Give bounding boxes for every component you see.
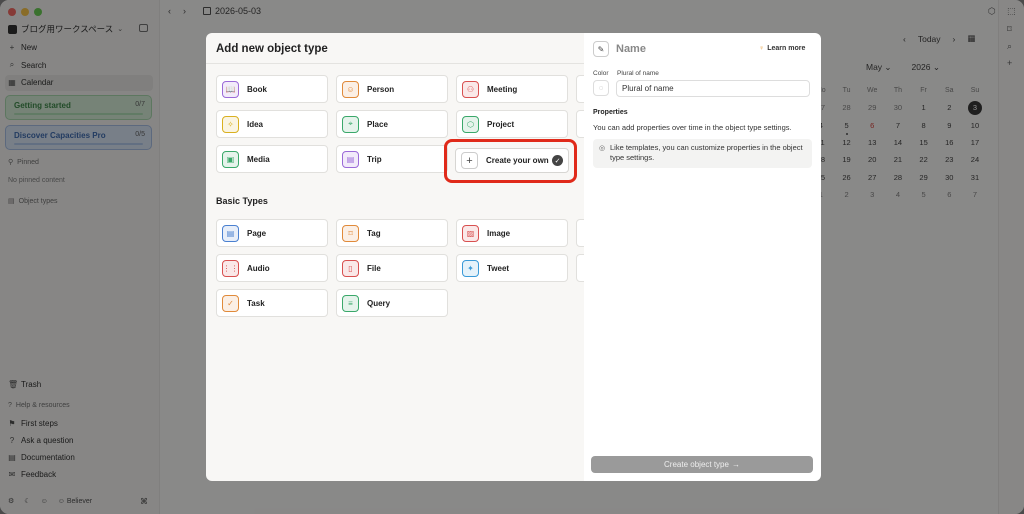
object-type-form-panel: ✎ Name ♀ Learn more Color Plural of name… bbox=[584, 33, 821, 481]
learn-more-label: Learn more bbox=[767, 45, 806, 52]
create-button-label: Create object type bbox=[664, 460, 729, 469]
info-text: Like templates, you can customize proper… bbox=[610, 143, 803, 162]
tile-label: Task bbox=[247, 298, 265, 308]
tile-label: Audio bbox=[247, 263, 270, 273]
person-icon: ☺ bbox=[342, 80, 359, 98]
color-label: Color bbox=[593, 70, 609, 77]
tile-label: Book bbox=[247, 84, 267, 94]
file-icon: ▯ bbox=[342, 259, 359, 277]
modal-title: Add new object type bbox=[216, 43, 328, 55]
tweet-icon: ✦ bbox=[462, 259, 479, 277]
query-icon: ≡ bbox=[342, 294, 359, 312]
tile-label: Tag bbox=[367, 228, 381, 238]
object-type-tile-page[interactable]: ▤ Page bbox=[216, 219, 328, 247]
plural-name-input[interactable]: Plural of name bbox=[616, 80, 810, 97]
object-type-tile-tweet[interactable]: ✦ Tweet bbox=[456, 254, 568, 282]
edit-icon[interactable]: ✎ bbox=[593, 41, 609, 57]
properties-description: You can add properties over time in the … bbox=[593, 123, 792, 132]
object-type-tile-more[interactable] bbox=[576, 219, 584, 247]
tile-label: Place bbox=[367, 119, 388, 129]
object-type-tile-meeting[interactable]: ⚇ Meeting bbox=[456, 75, 568, 103]
tile-label: Project bbox=[487, 119, 515, 129]
modal-divider bbox=[206, 63, 584, 64]
object-type-tile-tag[interactable]: ⌑ Tag bbox=[336, 219, 448, 247]
page-icon: ▤ bbox=[222, 224, 239, 242]
object-type-tile-query[interactable]: ≡ Query bbox=[336, 289, 448, 317]
object-type-tile-more[interactable] bbox=[576, 75, 584, 103]
tag-icon: ⌑ bbox=[342, 224, 359, 242]
learn-more-link[interactable]: ♀ Learn more bbox=[759, 45, 805, 52]
book-icon: 📖 bbox=[222, 80, 239, 98]
object-type-tile-idea[interactable]: ✧ Idea bbox=[216, 110, 328, 138]
object-type-tile-place[interactable]: ⌖ Place bbox=[336, 110, 448, 138]
place-icon: ⌖ bbox=[342, 115, 359, 133]
basic-types-title: Basic Types bbox=[216, 196, 268, 206]
idea-icon: ✧ bbox=[222, 115, 239, 133]
meeting-icon: ⚇ bbox=[462, 80, 479, 98]
object-type-tile-audio[interactable]: ⋮⋮ Audio bbox=[216, 254, 328, 282]
tile-label: Trip bbox=[367, 154, 382, 164]
create-object-type-button[interactable]: Create object type → bbox=[591, 456, 813, 473]
info-box: ◎ Like templates, you can customize prop… bbox=[593, 139, 812, 168]
tile-label: Idea bbox=[247, 119, 264, 129]
object-type-tile-more[interactable] bbox=[576, 110, 584, 138]
object-type-tile-trip[interactable]: ▤ Trip bbox=[336, 145, 448, 173]
tile-label: Media bbox=[247, 154, 270, 164]
project-icon: ⬡ bbox=[462, 115, 479, 133]
tile-label: Query bbox=[367, 298, 391, 308]
audio-icon: ⋮⋮ bbox=[222, 259, 239, 277]
lightbulb-icon: ♀ bbox=[759, 45, 765, 52]
arrow-right-icon: → bbox=[731, 460, 740, 469]
object-type-tile-file[interactable]: ▯ File bbox=[336, 254, 448, 282]
object-type-tile-more[interactable] bbox=[576, 254, 584, 282]
palette-icon: ◌ bbox=[598, 84, 604, 92]
name-input[interactable]: Name bbox=[616, 43, 646, 55]
tile-label: Tweet bbox=[487, 263, 510, 273]
object-type-tile-task[interactable]: ✓ Task bbox=[216, 289, 328, 317]
add-object-type-modal: Add new object type 📖 Book ☺ Person ⚇ Meeting… bbox=[206, 33, 584, 481]
annotation-highlight-box bbox=[444, 139, 577, 183]
object-type-tile-person[interactable]: ☺ Person bbox=[336, 75, 448, 103]
properties-title: Properties bbox=[593, 109, 628, 116]
tile-label: Page bbox=[247, 228, 267, 238]
info-icon: ◎ bbox=[599, 145, 606, 152]
tile-label: Image bbox=[487, 228, 511, 238]
tile-label: Meeting bbox=[487, 84, 518, 94]
image-icon: ▨ bbox=[462, 224, 479, 242]
tile-label: File bbox=[367, 263, 381, 273]
color-picker[interactable]: ◌ bbox=[593, 80, 609, 96]
task-icon: ✓ bbox=[222, 294, 239, 312]
object-type-tile-image[interactable]: ▨ Image bbox=[456, 219, 568, 247]
object-type-tile-project[interactable]: ⬡ Project bbox=[456, 110, 568, 138]
tile-label: Person bbox=[367, 84, 395, 94]
trip-icon: ▤ bbox=[342, 150, 359, 168]
object-type-tile-book[interactable]: 📖 Book bbox=[216, 75, 328, 103]
media-icon: ▣ bbox=[222, 150, 239, 168]
object-type-tile-media[interactable]: ▣ Media bbox=[216, 145, 328, 173]
plural-label: Plural of name bbox=[617, 70, 659, 77]
